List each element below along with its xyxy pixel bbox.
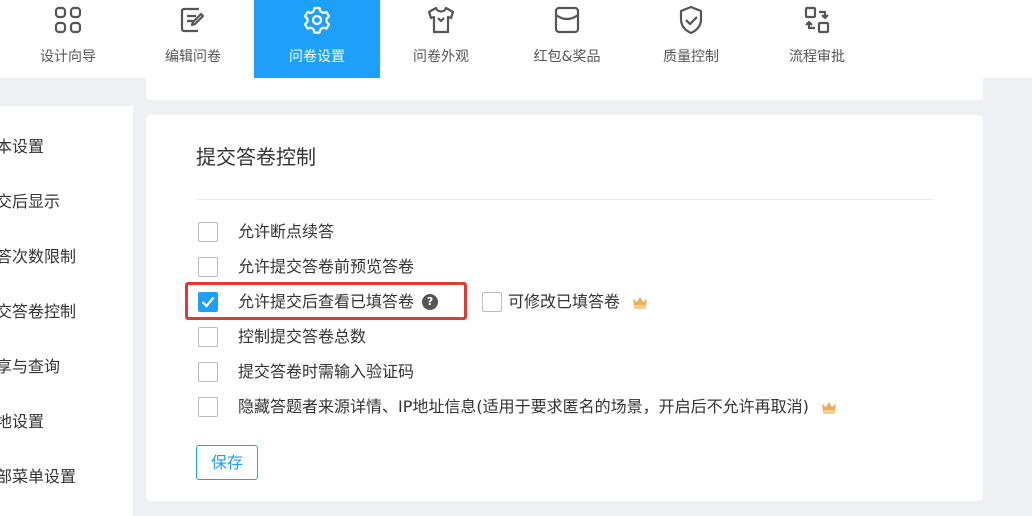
option-label[interactable]: 控制提交答卷总数 (238, 326, 366, 348)
settings-sidebar: 本设置 交后显示 答次数限制 交答卷控制 享与查询 地设置 部菜单设置 (0, 106, 133, 516)
top-toolbar: 设计向导 编辑问卷 问卷设置 问卷外观 红包&奖品 质量控制 流程审批 (0, 0, 1032, 78)
shirt-icon (425, 4, 457, 36)
option-label[interactable]: 可修改已填答卷 (508, 291, 620, 313)
tab-label: 编辑问卷 (165, 49, 221, 65)
sidebar-item-post-submit-display[interactable]: 交后显示 (0, 191, 60, 213)
sidebar-item-region-settings[interactable]: 地设置 (0, 411, 44, 433)
checkbox[interactable] (198, 327, 218, 347)
tab-design-wizard[interactable]: 设计向导 (5, 0, 131, 78)
section-title: 提交答卷控制 (196, 145, 316, 169)
gear-icon (301, 4, 333, 36)
tab-redpacket-prizes[interactable]: 红包&奖品 (504, 0, 630, 78)
checkbox[interactable] (198, 362, 218, 382)
crown-icon (821, 400, 837, 414)
edit-icon (177, 4, 209, 36)
checkbox[interactable] (198, 257, 218, 277)
option-captcha: 提交答卷时需输入验证码 (198, 361, 414, 383)
tab-survey-settings[interactable]: 问卷设置 (254, 0, 380, 78)
sidebar-item-submit-control[interactable]: 交答卷控制 (0, 301, 76, 323)
tab-process-approval[interactable]: 流程审批 (754, 0, 880, 78)
highlight-box (185, 282, 467, 320)
tab-label: 红包&奖品 (533, 49, 601, 65)
option-label[interactable]: 隐藏答题者来源详情、IP地址信息(适用于要求匿名的场景，开启后不允许再取消) (238, 396, 809, 418)
sidebar-item-basic-settings[interactable]: 本设置 (0, 136, 44, 158)
envelope-icon (551, 4, 583, 36)
option-label[interactable]: 提交答卷时需输入验证码 (238, 361, 414, 383)
tab-label: 问卷外观 (413, 49, 469, 65)
tab-label: 设计向导 (40, 49, 96, 65)
tab-edit-survey[interactable]: 编辑问卷 (130, 0, 256, 78)
option-label[interactable]: 允许提交答卷前预览答卷 (238, 256, 414, 278)
option-hide-source-ip: 隐藏答题者来源详情、IP地址信息(适用于要求匿名的场景，开启后不允许再取消) (198, 396, 837, 418)
tab-label: 流程审批 (789, 49, 845, 65)
tab-label: 质量控制 (663, 49, 719, 65)
tab-label: 问卷设置 (289, 49, 345, 65)
tab-quality-control[interactable]: 质量控制 (628, 0, 754, 78)
flow-icon (801, 4, 833, 36)
shield-check-icon (675, 4, 707, 36)
sidebar-item-menu-settings[interactable]: 部菜单设置 (0, 466, 76, 488)
grid-icon (52, 4, 84, 36)
option-resume-answering: 允许断点续答 (198, 221, 334, 243)
crown-icon (632, 295, 648, 309)
option-label[interactable]: 允许断点续答 (238, 221, 334, 243)
sub-option-modify-submitted: 可修改已填答卷 (482, 291, 648, 313)
option-control-total: 控制提交答卷总数 (198, 326, 366, 348)
save-button[interactable]: 保存 (196, 445, 258, 480)
divider (196, 199, 934, 200)
sidebar-item-answer-limit[interactable]: 答次数限制 (0, 246, 76, 268)
tab-survey-appearance[interactable]: 问卷外观 (378, 0, 504, 78)
option-preview-before-submit: 允许提交答卷前预览答卷 (198, 256, 414, 278)
checkbox[interactable] (198, 397, 218, 417)
sidebar-item-share-query[interactable]: 享与查询 (0, 356, 60, 378)
checkbox[interactable] (198, 222, 218, 242)
checkbox[interactable] (482, 292, 503, 312)
previous-section-card (146, 78, 983, 100)
